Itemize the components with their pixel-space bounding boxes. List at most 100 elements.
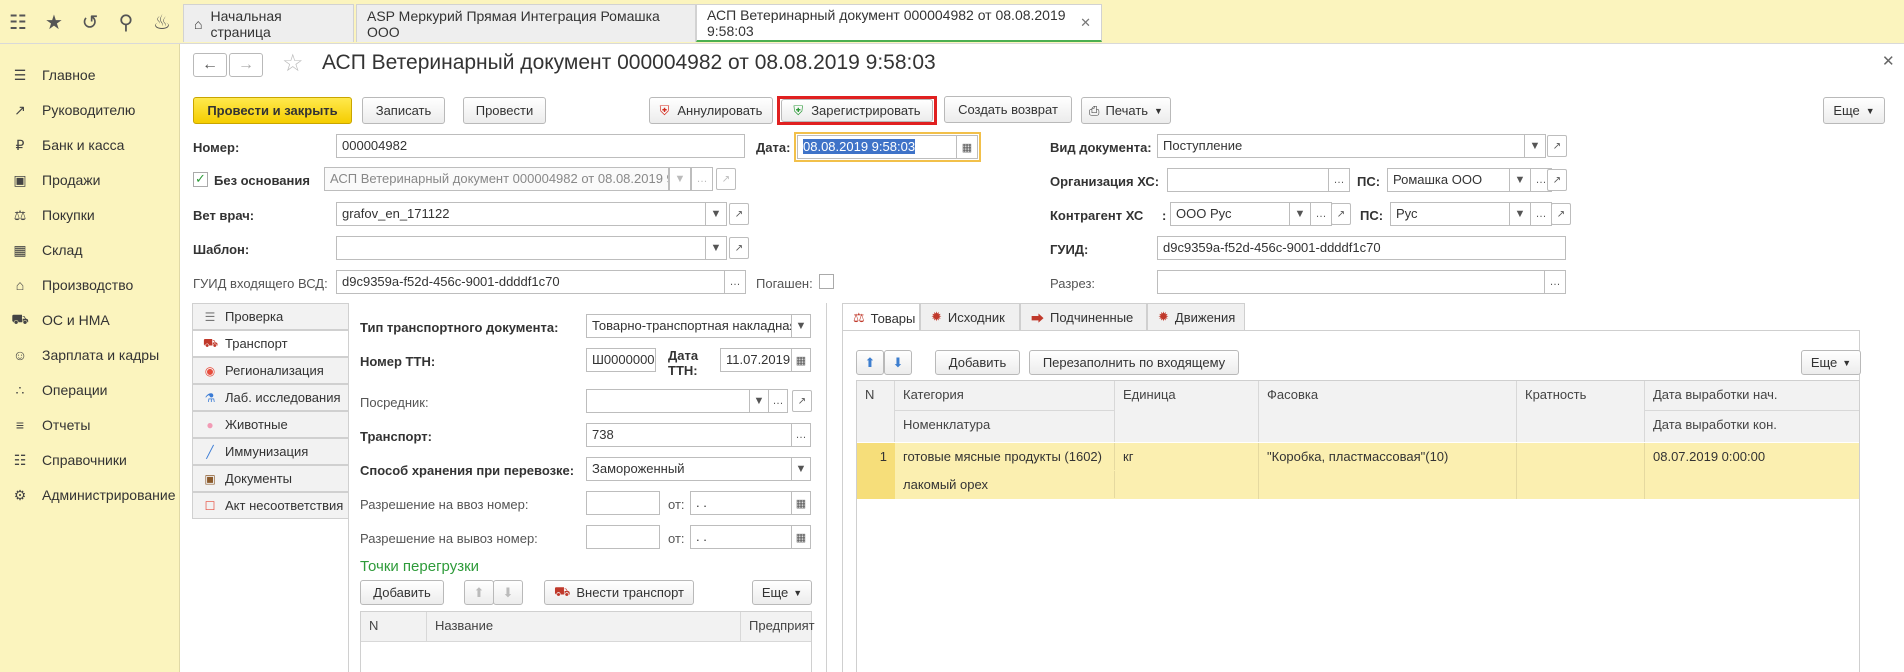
move-up-icon[interactable]: ⬆ xyxy=(464,580,494,605)
intermediary-field[interactable] xyxy=(586,389,750,413)
transport-field[interactable]: 738 xyxy=(586,423,792,447)
star-icon[interactable]: ★ xyxy=(36,0,72,44)
ps-org-dropdown-icon[interactable]: ▼ xyxy=(1509,168,1531,192)
export-calendar-icon[interactable]: ▦ xyxy=(791,525,811,549)
back-button[interactable]: ← xyxy=(193,53,227,77)
ps-org-open-icon[interactable]: ↗ xyxy=(1547,169,1567,191)
sidebar-item-12[interactable]: ☷ Справочники xyxy=(0,443,180,477)
basis-open-icon[interactable]: ↗ xyxy=(716,168,736,190)
contractor-select-icon[interactable]: … xyxy=(1310,202,1332,226)
ps-contractor-select-icon[interactable]: … xyxy=(1530,202,1552,226)
register-button[interactable]: ⛨ Зарегистрировать xyxy=(781,99,933,122)
template-dropdown-icon[interactable]: ▼ xyxy=(705,236,727,260)
export-date-field[interactable]: . . xyxy=(690,525,792,549)
goods-tab-1[interactable]: ⚖ Товары xyxy=(842,303,920,332)
incoming-guid-field[interactable]: d9c9359a-f52d-456c-9001-ddddf1c70 xyxy=(336,270,725,294)
sidebar-item-13[interactable]: ⚙ Администрирование xyxy=(0,478,180,512)
export-permit-field[interactable] xyxy=(586,525,660,549)
ps-contractor-dropdown-icon[interactable]: ▼ xyxy=(1509,202,1531,226)
tab-vet-document[interactable]: АСП Ветеринарный документ 000004982 от 0… xyxy=(696,4,1102,42)
reload-add-button[interactable]: Добавить xyxy=(360,580,444,605)
close-form-icon[interactable]: ✕ xyxy=(1882,52,1895,70)
number-field[interactable]: 000004982 xyxy=(336,134,745,158)
favorite-star-icon[interactable]: ☆ xyxy=(282,49,304,78)
vtab-6[interactable]: ╱ Иммунизация xyxy=(192,438,349,465)
vet-field[interactable]: grafov_en_171122 xyxy=(336,202,706,226)
template-open-icon[interactable]: ↗ xyxy=(729,237,749,259)
intermediary-select-icon[interactable]: … xyxy=(768,389,788,413)
sidebar-item-5[interactable]: ⚖ Покупки xyxy=(0,198,180,232)
ps-contractor-field[interactable]: Рус xyxy=(1390,202,1510,226)
incoming-guid-select-icon[interactable]: … xyxy=(724,270,746,294)
close-tab-icon[interactable]: ✕ xyxy=(1080,15,1091,31)
sidebar-item-7[interactable]: ⌂ Производство xyxy=(0,268,180,302)
sidebar-item-6[interactable]: ▦ Склад xyxy=(0,233,180,267)
sidebar-item-1[interactable]: ☰ Главное xyxy=(0,58,180,92)
intermediary-dropdown-icon[interactable]: ▼ xyxy=(749,389,769,413)
goods-tab-4[interactable]: ✹ Движения xyxy=(1147,303,1245,330)
post-button[interactable]: Провести xyxy=(463,97,546,124)
basis-dropdown-icon[interactable]: ▼ xyxy=(669,167,691,191)
more-button[interactable]: Еще ▼ xyxy=(1823,97,1885,124)
import-date-field[interactable]: . . xyxy=(690,491,792,515)
intermediary-open-icon[interactable]: ↗ xyxy=(792,390,812,412)
vet-dropdown-icon[interactable]: ▼ xyxy=(705,202,727,226)
ttn-number-field[interactable]: Ш0000000С xyxy=(586,348,656,372)
doc-type-dropdown-icon[interactable]: ▼ xyxy=(1524,134,1546,158)
annul-button[interactable]: ⛨ Аннулировать xyxy=(649,97,773,124)
basis-field[interactable]: АСП Ветеринарный документ 000004982 от 0… xyxy=(324,167,669,191)
sidebar-item-9[interactable]: ☺ Зарплата и кадры xyxy=(0,338,180,372)
doc-type-field[interactable]: Поступление xyxy=(1157,134,1527,158)
section-field[interactable] xyxy=(1157,270,1545,294)
contractor-open-icon[interactable]: ↗ xyxy=(1331,203,1351,225)
move-down-icon[interactable]: ⬇ xyxy=(493,580,523,605)
sidebar-item-2[interactable]: ↗ Руководителю xyxy=(0,93,180,127)
tab-mercury-integration[interactable]: ASP Меркурий Прямая Интеграция Ромашка О… xyxy=(356,4,696,42)
import-permit-field[interactable] xyxy=(586,491,660,515)
reload-more-button[interactable]: Еще ▼ xyxy=(752,580,812,605)
contractor-dropdown-icon[interactable]: ▼ xyxy=(1289,202,1311,226)
section-select-icon[interactable]: … xyxy=(1544,270,1566,294)
sidebar-item-10[interactable]: ∴ Операции xyxy=(0,373,180,407)
vtab-1[interactable]: ☰ Проверка xyxy=(192,303,349,330)
date-field[interactable]: 08.08.2019 9:58:03 xyxy=(797,135,957,159)
ttn-calendar-icon[interactable]: ▦ xyxy=(791,348,811,372)
ps-contractor-open-icon[interactable]: ↗ xyxy=(1551,203,1571,225)
forward-button[interactable]: → xyxy=(229,53,263,77)
sidebar-item-3[interactable]: ₽ Банк и касса xyxy=(0,128,180,162)
import-calendar-icon[interactable]: ▦ xyxy=(791,491,811,515)
vtab-7[interactable]: ▣ Документы xyxy=(192,465,349,492)
save-button[interactable]: Записать xyxy=(362,97,445,124)
goods-move-down-icon[interactable]: ⬇ xyxy=(884,350,912,375)
apps-grid-icon[interactable]: ☷ xyxy=(0,0,36,44)
goods-add-button[interactable]: Добавить xyxy=(935,350,1020,375)
transport-doc-type-dropdown-icon[interactable]: ▼ xyxy=(791,314,811,338)
vtab-5[interactable]: ● Животные xyxy=(192,411,349,438)
org-select-icon[interactable]: … xyxy=(1328,168,1350,192)
storage-dropdown-icon[interactable]: ▼ xyxy=(791,457,811,481)
storage-field[interactable]: Замороженный xyxy=(586,457,792,481)
vtab-2[interactable]: ⛟ Транспорт xyxy=(192,330,349,357)
repaid-checkbox[interactable] xyxy=(819,274,834,289)
post-and-close-button[interactable]: Провести и закрыть xyxy=(193,97,352,124)
history-icon[interactable]: ↺ xyxy=(72,0,108,44)
ttn-date-field[interactable]: 11.07.2019 xyxy=(720,348,792,372)
vtab-3[interactable]: ◉ Регионализация xyxy=(192,357,349,384)
bell-icon[interactable]: ♨ xyxy=(144,0,180,44)
calendar-icon[interactable]: ▦ xyxy=(956,135,978,159)
sidebar-item-4[interactable]: ▣ Продажи xyxy=(0,163,180,197)
create-return-button[interactable]: Создать возврат xyxy=(944,96,1072,123)
basis-select-icon[interactable]: … xyxy=(691,167,713,191)
vet-open-icon[interactable]: ↗ xyxy=(729,203,749,225)
ps-org-field[interactable]: Ромашка ООО xyxy=(1387,168,1510,192)
refill-from-incoming-button[interactable]: Перезаполнить по входящему xyxy=(1029,350,1239,375)
print-button[interactable]: ⎙ Печать ▼ xyxy=(1081,97,1171,124)
enter-transport-button[interactable]: ⛟ Внести транспорт xyxy=(544,580,694,605)
transport-select-icon[interactable]: … xyxy=(791,423,811,447)
sidebar-item-11[interactable]: ≡ Отчеты xyxy=(0,408,180,442)
table-row[interactable]: 1 готовые мясные продукты (1602) лакомый… xyxy=(857,443,1859,499)
search-icon[interactable]: ⚲ xyxy=(108,0,144,44)
goods-move-up-icon[interactable]: ⬆ xyxy=(856,350,884,375)
sidebar-item-8[interactable]: ⛟ ОС и НМА xyxy=(0,303,180,337)
tab-home[interactable]: ⌂ Начальная страница xyxy=(183,4,354,42)
